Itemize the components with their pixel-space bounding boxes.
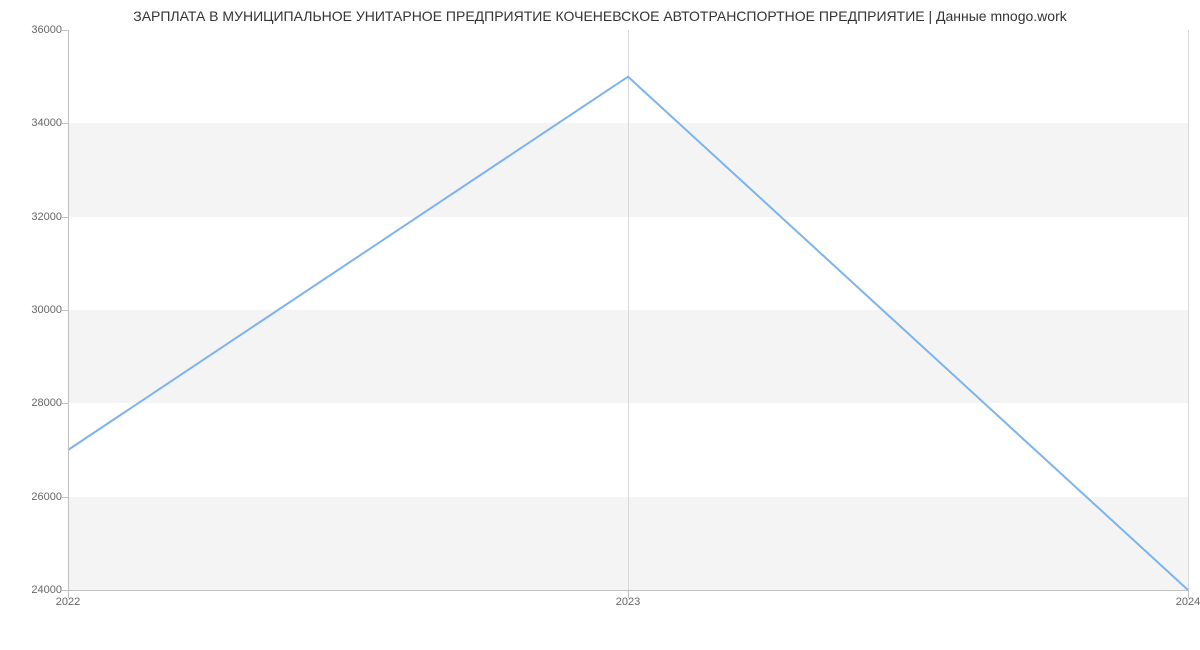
y-tick-label: 26000 (2, 491, 62, 503)
chart-container: ЗАРПЛАТА В МУНИЦИПАЛЬНОЕ УНИТАРНОЕ ПРЕДП… (0, 0, 1200, 620)
gridline-vertical (1188, 30, 1189, 590)
line-series-svg (68, 30, 1188, 590)
x-tick-mark (628, 590, 629, 598)
y-tick-label: 28000 (2, 397, 62, 409)
data-line (68, 77, 1188, 590)
x-tick-mark (1188, 590, 1189, 598)
y-tick-label: 30000 (2, 304, 62, 316)
x-axis-line (68, 590, 1188, 591)
x-tick-mark (68, 590, 69, 598)
y-tick-label: 32000 (2, 211, 62, 223)
y-tick-label: 34000 (2, 117, 62, 129)
y-tick-label: 36000 (2, 24, 62, 36)
plot-area (68, 30, 1188, 590)
y-tick-label: 24000 (2, 584, 62, 596)
chart-title: ЗАРПЛАТА В МУНИЦИПАЛЬНОЕ УНИТАРНОЕ ПРЕДП… (0, 0, 1200, 28)
y-axis-line (68, 30, 69, 590)
